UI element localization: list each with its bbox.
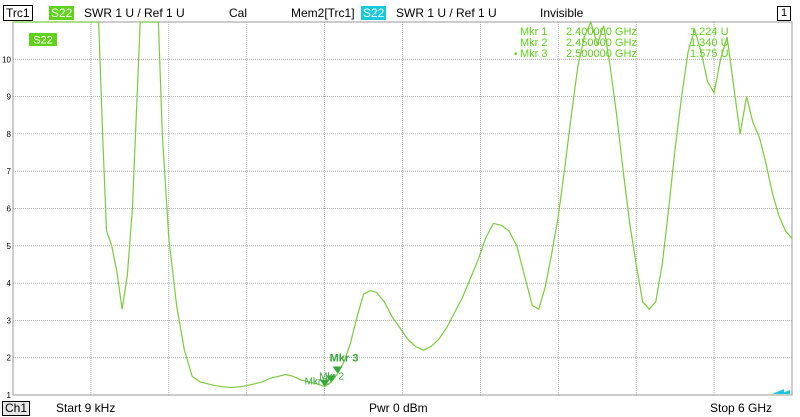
- marker-name: Mkr 3: [520, 48, 548, 60]
- marker-2-plot-label: Mkr 2: [319, 371, 344, 382]
- y-tick-label: 4: [7, 279, 12, 288]
- start-frequency[interactable]: Start 9 kHz: [56, 401, 115, 415]
- y-tick-labels: 12345678910: [2, 55, 11, 400]
- channel-info-bar: Ch1 Start 9 kHz Pwr 0 dBm Stop 6 GHz: [0, 399, 800, 417]
- vna-display: Trc1 S22 SWR 1 U / Ref 1 U Cal Mem2[Trc1…: [0, 0, 800, 417]
- y-tick-label: 8: [7, 130, 12, 139]
- y-tick-label: 3: [7, 316, 12, 325]
- y-tick-label: 5: [7, 242, 12, 251]
- y-tick-label: 7: [7, 167, 12, 176]
- marker-frequency: 2.500000 GHz: [566, 48, 637, 60]
- power-level[interactable]: Pwr 0 dBm: [369, 401, 428, 415]
- trace-tag-label: S22: [33, 35, 53, 47]
- stop-frequency[interactable]: Stop 6 GHz: [710, 401, 772, 415]
- active-marker-plot-label: Mkr 3: [330, 353, 359, 365]
- active-marker-dot: •: [514, 49, 518, 60]
- y-tick-label: 6: [7, 205, 12, 214]
- marker-table: Mkr 1 2.400000 GHz 1.224 UMkr 2 2.450000 GH…: [514, 26, 729, 60]
- y-tick-label: 10: [2, 55, 11, 64]
- y-tick-label: 2: [7, 354, 12, 363]
- channel-label[interactable]: Ch1: [2, 401, 31, 416]
- y-tick-label: 9: [7, 93, 12, 102]
- swr-plot[interactable]: 12345678910 S22 Mkr 1 2.400000 GHz 1.224 U…: [0, 0, 800, 417]
